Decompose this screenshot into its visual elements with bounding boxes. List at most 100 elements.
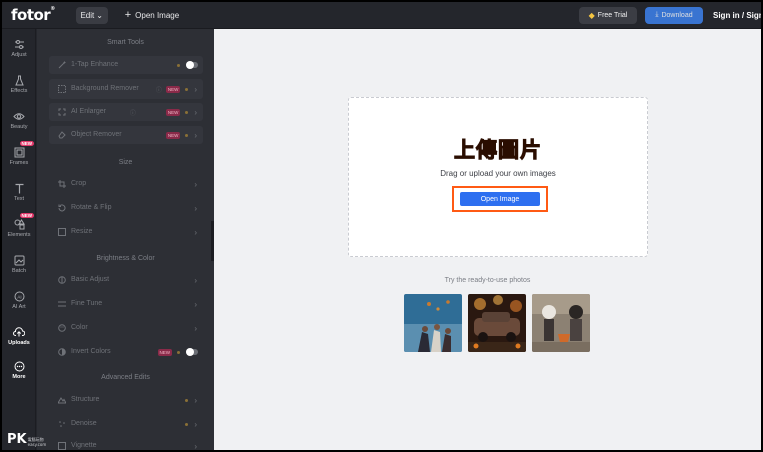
- chevron-right-icon: ›: [194, 419, 197, 429]
- tool-background-remover[interactable]: Background Remover ⓘ NEW ›: [49, 79, 203, 99]
- diamond-icon: ◆: [588, 10, 595, 20]
- rail-item-batch[interactable]: Batch: [2, 247, 36, 281]
- chevron-right-icon: ›: [194, 203, 197, 213]
- app-window: fotor® Edit ⌄ + Open Image ◆ Free Trial …: [0, 0, 763, 452]
- tool-fine-tune[interactable]: Fine Tune ›: [49, 295, 203, 313]
- rail-item-frames[interactable]: NEW Frames: [2, 139, 36, 173]
- chevron-right-icon: ›: [194, 299, 197, 309]
- tool-structure[interactable]: Structure ›: [49, 391, 203, 409]
- chevron-right-icon: ›: [194, 84, 197, 94]
- free-trial-button[interactable]: ◆ Free Trial: [579, 6, 637, 24]
- rail-item-more[interactable]: More: [2, 353, 36, 387]
- open-image-button[interactable]: Open Image: [460, 192, 540, 206]
- download-button[interactable]: ⤓ Download: [645, 6, 703, 24]
- tool-object-remover[interactable]: Object Remover NEW ›: [49, 126, 203, 144]
- tool-color[interactable]: Color ›: [49, 319, 203, 337]
- premium-dot: [185, 110, 189, 114]
- eraser-icon: [57, 131, 66, 140]
- sliders-icon: [13, 38, 25, 50]
- new-badge: NEW: [165, 85, 181, 93]
- sample-photos-label: Try the ready-to-use photos: [444, 277, 531, 284]
- tool-denoise[interactable]: Denoise ›: [49, 415, 203, 433]
- section-title-brightness: Brightness & Color: [96, 255, 155, 262]
- chevron-right-icon: ›: [194, 227, 197, 237]
- download-icon: ⤓: [655, 11, 659, 18]
- magic-wand-icon: [57, 61, 66, 70]
- chevron-right-icon: ›: [194, 323, 197, 333]
- rail-item-beauty[interactable]: Beauty: [2, 103, 36, 137]
- upload-annotation: 上傳圖片: [454, 138, 542, 163]
- chevron-right-icon: ›: [194, 130, 197, 140]
- rail-item-adjust[interactable]: Adjust: [2, 31, 36, 65]
- rotate-icon: [57, 204, 66, 213]
- sample-photo-3[interactable]: [532, 294, 590, 352]
- new-badge: NEW: [19, 141, 34, 146]
- invert-toggle[interactable]: [186, 348, 198, 356]
- text-icon: [13, 182, 25, 194]
- vignette-icon: [57, 442, 66, 450]
- rail-item-uploads[interactable]: Uploads: [2, 319, 36, 353]
- rail-item-ai-art[interactable]: AI AI Art: [2, 283, 36, 317]
- fotor-logo[interactable]: fotor®: [11, 6, 55, 24]
- eye-icon: [13, 110, 25, 122]
- frame-icon: [13, 146, 25, 158]
- elements-icon: [13, 218, 25, 230]
- tools-panel: Smart Tools 1-Tap Enhance Background Rem…: [37, 29, 214, 451]
- upload-dropzone[interactable]: 上傳圖片 Drag or upload your own images Open…: [348, 97, 648, 257]
- new-badge: NEW: [19, 213, 34, 218]
- palette-icon: [57, 324, 66, 333]
- more-icon: [13, 360, 25, 372]
- tool-resize[interactable]: Resize ›: [49, 223, 203, 241]
- new-badge: NEW: [165, 131, 181, 139]
- sample-photo-1[interactable]: [404, 294, 462, 352]
- invert-icon: [57, 348, 66, 357]
- tune-icon: [57, 300, 66, 309]
- one-tap-toggle[interactable]: [186, 61, 198, 69]
- canvas-area: 上傳圖片 Drag or upload your own images Open…: [214, 29, 761, 450]
- svg-text:AI: AI: [17, 294, 21, 299]
- chevron-right-icon: ›: [194, 441, 197, 451]
- chevron-right-icon: ›: [194, 275, 197, 285]
- chevron-down-icon: ⌄: [96, 10, 103, 20]
- section-title-smart-tools: Smart Tools: [107, 39, 144, 46]
- resize-icon: [57, 228, 66, 237]
- help-icon[interactable]: ⓘ: [130, 108, 136, 117]
- premium-dot: [185, 87, 189, 91]
- bg-remover-icon: [57, 85, 66, 94]
- left-icon-rail: Adjust Effects Beauty NEW Frames Text NE…: [2, 29, 36, 450]
- rail-item-text[interactable]: Text: [2, 175, 36, 209]
- help-icon[interactable]: ⓘ: [156, 85, 162, 94]
- open-image-top-button[interactable]: + Open Image: [124, 9, 180, 21]
- adjust-icon: [57, 276, 66, 285]
- tool-rotate-flip[interactable]: Rotate & Flip ›: [49, 199, 203, 217]
- signin-link[interactable]: Sign in / Sign up: [713, 11, 761, 20]
- crop-icon: [57, 180, 66, 189]
- new-badge: NEW: [157, 348, 172, 356]
- tool-basic-adjust[interactable]: Basic Adjust ›: [49, 271, 203, 289]
- tool-ai-enlarger[interactable]: AI Enlarger ⓘ NEW ›: [49, 103, 203, 121]
- premium-dot: [185, 133, 189, 137]
- enlarge-icon: [57, 108, 66, 117]
- structure-icon: [57, 396, 66, 405]
- tool-invert-colors[interactable]: Invert Colors NEW: [49, 343, 203, 361]
- new-badge: NEW: [165, 108, 181, 116]
- rail-item-effects[interactable]: Effects: [2, 67, 36, 101]
- ai-icon: AI: [13, 290, 25, 302]
- open-image-label: Open Image: [135, 10, 180, 20]
- rail-item-elements[interactable]: NEW Elements: [2, 211, 36, 245]
- drag-upload-text: Drag or upload your own images: [440, 169, 556, 178]
- edit-dropdown-button[interactable]: Edit ⌄: [75, 6, 108, 24]
- denoise-icon: [57, 420, 66, 429]
- tool-one-tap-enhance[interactable]: 1-Tap Enhance: [49, 56, 203, 74]
- chevron-right-icon: ›: [194, 395, 197, 405]
- plus-icon: +: [124, 9, 132, 21]
- cloud-upload-icon: [13, 326, 25, 338]
- tool-crop[interactable]: Crop ›: [49, 175, 203, 193]
- sample-photo-2[interactable]: [468, 294, 526, 352]
- chevron-right-icon: ›: [194, 107, 197, 117]
- section-title-advanced: Advanced Edits: [101, 374, 150, 381]
- top-bar: fotor® Edit ⌄ + Open Image ◆ Free Trial …: [2, 2, 761, 29]
- tool-vignette[interactable]: Vignette ›: [49, 437, 203, 451]
- chevron-right-icon: ›: [194, 179, 197, 189]
- premium-dot: [177, 63, 180, 67]
